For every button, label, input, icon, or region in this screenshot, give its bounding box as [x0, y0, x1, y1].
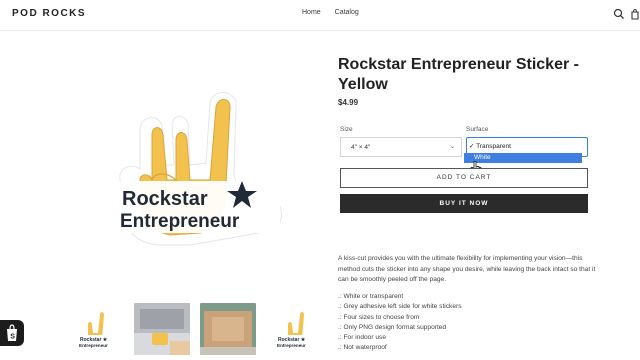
sticker-text-line1: Rockstar [122, 188, 208, 210]
feature-item: .: White or transparent [338, 293, 404, 300]
size-select[interactable]: 4" × 4" ⌄ [340, 137, 462, 157]
thumbnail-1[interactable]: Rockstar ★ Entrepreneur [68, 303, 124, 355]
size-label: Size [340, 126, 353, 133]
feature-item: .: For indoor use [338, 334, 387, 342]
thumbnail-strip: Rockstar ★ Entrepreneur Rockstar ★ Entre… [68, 303, 322, 355]
search-icon[interactable] [613, 8, 625, 20]
thumbnail-2[interactable] [134, 303, 190, 355]
thumbnail-4[interactable]: Rockstar ★ Entrepreneur [266, 303, 322, 355]
shopping-bag-icon: S [7, 324, 17, 341]
product-title: Rockstar Entrepreneur Sticker - Yellow [338, 56, 579, 93]
site-header: POD ROCKS Home Catalog [0, 0, 640, 31]
surface-label: Surface [466, 126, 489, 133]
feature-list: .: White or transparent .: Grey adhesive… [338, 292, 596, 354]
main-nav: Home Catalog [302, 9, 371, 16]
nav-home[interactable]: Home [302, 9, 321, 16]
feature-item: .: Four sizes to choose from [338, 313, 420, 321]
sticker-text-line2: Entrepreneur [120, 211, 240, 232]
surface-option-white-label: White [474, 154, 491, 161]
cart-icon[interactable] [630, 8, 640, 20]
thumbnail-3[interactable] [200, 303, 256, 355]
product-description: A kiss-cut provides you with the ultimat… [338, 255, 596, 283]
product-main-image[interactable]: Rockstar Entrepreneur [110, 85, 290, 250]
nav-catalog[interactable]: Catalog [335, 9, 359, 16]
feature-item: .: Only PNG design format supported [338, 323, 447, 331]
feature-item: .: Grey adhesive left side for white sti… [338, 303, 462, 311]
feature-item: .: Not waterproof [338, 344, 387, 352]
svg-text:Entrepreneur: Entrepreneur [277, 343, 306, 348]
add-to-cart-button[interactable]: ADD TO CART [340, 168, 588, 188]
chevron-down-icon: ⌄ [449, 144, 455, 150]
surface-option-transparent[interactable]: ✓ Transparent [469, 142, 511, 150]
size-value: 4" × 4" [351, 144, 371, 151]
product-price: $4.99 [338, 98, 359, 107]
buy-now-button[interactable]: BUY IT NOW [340, 194, 588, 213]
svg-text:Entrepreneur: Entrepreneur [79, 343, 108, 348]
svg-text:S: S [10, 334, 15, 341]
brand-logo[interactable]: POD ROCKS [12, 8, 86, 19]
shopify-badge[interactable]: S [0, 320, 24, 346]
